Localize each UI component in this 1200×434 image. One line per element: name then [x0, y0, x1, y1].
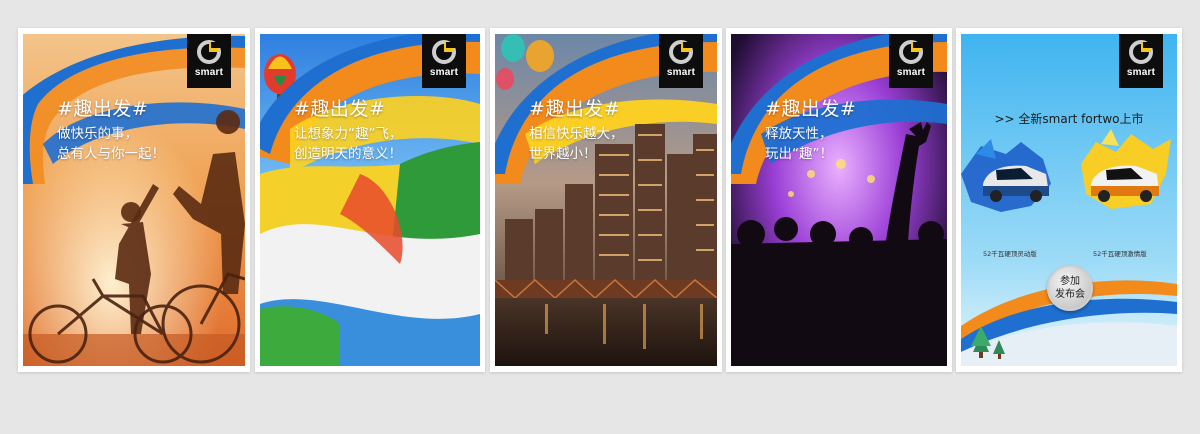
- smart-logo-icon: [899, 40, 923, 64]
- poster-slogan-line-2: 创造明天的意义！: [294, 146, 402, 162]
- poster-hashtag: #趣出发#: [57, 98, 149, 120]
- poster-slogan-line-2: 总有人与你一起！: [57, 146, 165, 162]
- poster-card-4[interactable]: smart #趣出发# 释放天性， 玩出“趣”！: [726, 28, 952, 372]
- smart-logo-icon: [1129, 40, 1153, 64]
- car-left-caption: 52千瓦硬顶灵动版: [983, 250, 1037, 258]
- poster-panel-3: smart #趣出发# 相信快乐越大， 世界越小！: [495, 34, 717, 366]
- poster-card-3[interactable]: smart #趣出发# 相信快乐越大， 世界越小！: [490, 28, 722, 372]
- poster-slogan-line-2: 世界越小！: [529, 146, 597, 162]
- poster-slogan-line-2: 玩出“趣”！: [765, 146, 833, 162]
- join-button-label-line-1: 参加: [1060, 276, 1080, 287]
- smart-logo-text: smart: [194, 67, 224, 78]
- poster-card-5[interactable]: smart >> 全新smart fortwo上市 52千瓦硬顶灵动版 52千瓦…: [956, 28, 1182, 372]
- smart-logo-text: smart: [429, 67, 459, 78]
- smart-logo: smart: [659, 34, 703, 88]
- poster-slogan-line-1: 做快乐的事，: [57, 126, 138, 142]
- poster-slogan-line-1: 释放天性，: [765, 126, 833, 142]
- poster-panel-5: smart >> 全新smart fortwo上市 52千瓦硬顶灵动版 52千瓦…: [961, 34, 1177, 366]
- smart-logo-icon: [669, 40, 693, 64]
- poster-hashtag: #趣出发#: [294, 98, 386, 120]
- smart-logo-icon: [197, 40, 221, 64]
- poster-card-1[interactable]: smart #趣出发# 做快乐的事， 总有人与你一起！: [18, 28, 250, 372]
- smart-logo: smart: [187, 34, 231, 88]
- smart-logo: smart: [422, 34, 466, 88]
- join-launch-event-button[interactable]: 参加 发布会: [1047, 265, 1093, 311]
- join-button-label-line-2: 发布会: [1055, 289, 1085, 300]
- launch-headline: >> 全新smart fortwo上市: [994, 112, 1144, 126]
- smart-logo-text: smart: [666, 67, 696, 78]
- smart-logo-icon: [432, 40, 456, 64]
- smart-logo-text: smart: [1126, 67, 1156, 78]
- car-right-caption: 52千瓦硬顶激情版: [1093, 250, 1147, 258]
- poster-panel-2: smart #趣出发# 让想象力“趣”飞， 创造明天的意义！: [260, 34, 480, 366]
- poster-panel-4: smart #趣出发# 释放天性， 玩出“趣”！: [731, 34, 947, 366]
- poster-slogan-line-1: 让想象力“趣”飞，: [294, 126, 403, 142]
- poster-hashtag: #趣出发#: [529, 98, 621, 120]
- poster-slogan-line-1: 相信快乐越大，: [529, 126, 624, 142]
- poster-card-2[interactable]: smart #趣出发# 让想象力“趣”飞， 创造明天的意义！: [255, 28, 485, 372]
- poster-panel-1: smart #趣出发# 做快乐的事， 总有人与你一起！: [23, 34, 245, 366]
- smart-logo-text: smart: [896, 67, 926, 78]
- smart-logo: smart: [889, 34, 933, 88]
- poster-hashtag: #趣出发#: [765, 98, 857, 120]
- smart-logo: smart: [1119, 34, 1163, 88]
